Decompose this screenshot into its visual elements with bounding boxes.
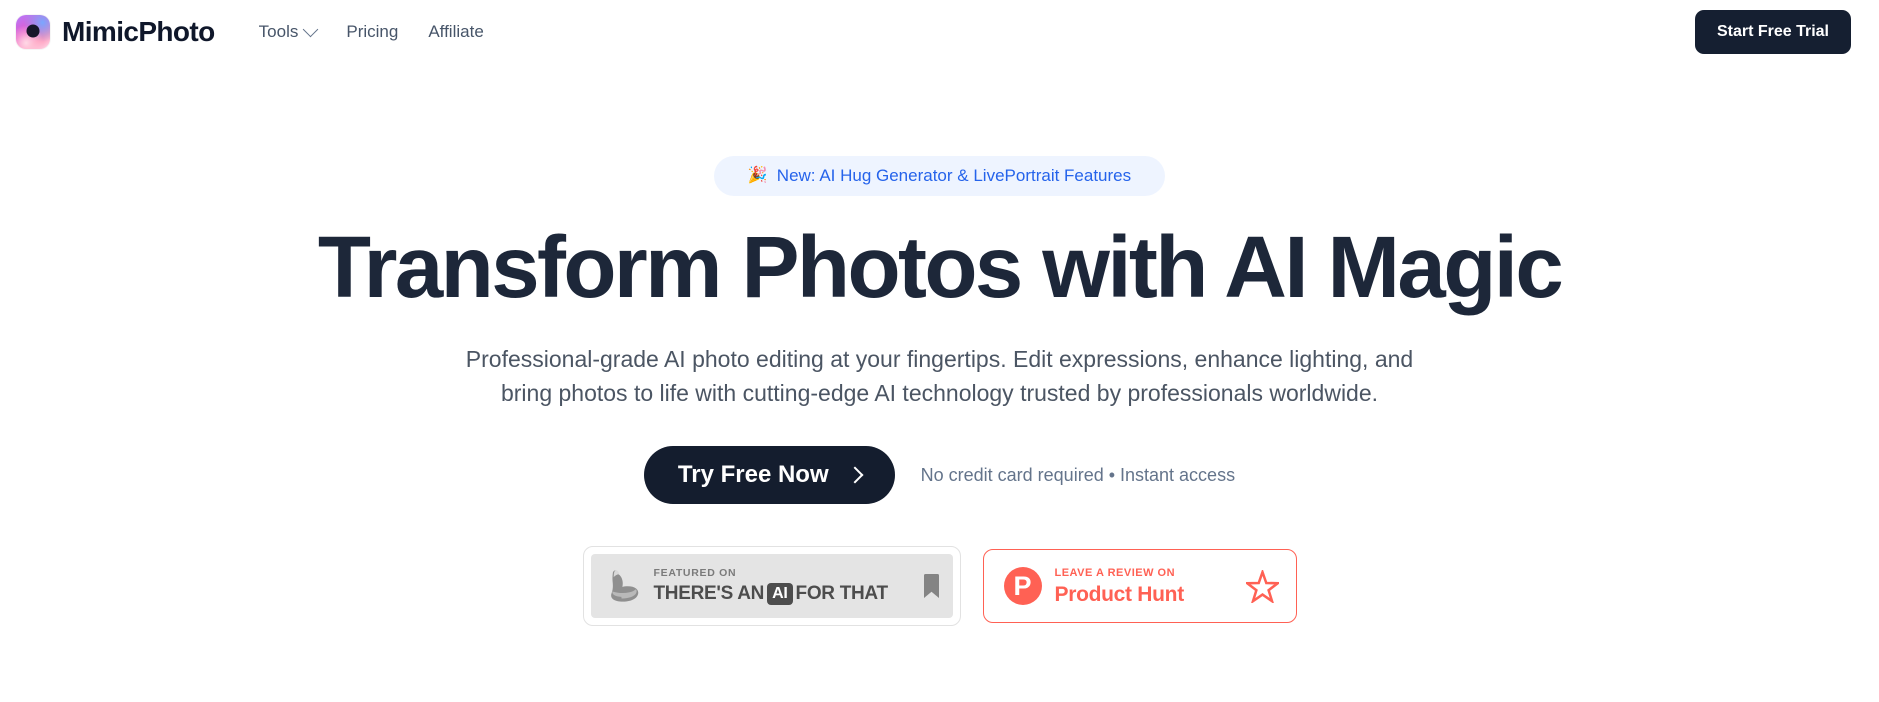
main-nav: Tools Pricing Affiliate — [258, 21, 484, 42]
product-hunt-badge[interactable]: P LEAVE A REVIEW ON Product Hunt — [982, 549, 1297, 624]
flexed-bicep-icon — [610, 570, 638, 602]
cta-note: No credit card required • Instant access — [920, 464, 1236, 485]
taaft-text: FEATURED ON THERE'S AN AI FOR THAT — [654, 568, 913, 605]
product-hunt-review-label: LEAVE A REVIEW ON — [1054, 566, 1176, 579]
start-free-trial-button[interactable]: Start Free Trial — [1694, 10, 1851, 54]
try-free-now-button[interactable]: Try Free Now — [643, 446, 895, 505]
hero-headline: Transform Photos with AI Magic — [317, 219, 1564, 316]
announcement-wrap: 🎉 New: AI Hug Generator & LivePortrait F… — [0, 156, 1879, 196]
product-hunt-title: Product Hunt — [1054, 582, 1185, 606]
product-hunt-text: LEAVE A REVIEW ON Product Hunt — [1054, 566, 1233, 606]
party-popper-icon: 🎉 — [747, 167, 768, 184]
nav-item-pricing[interactable]: Pricing — [346, 22, 398, 42]
taaft-inner-panel: FEATURED ON THERE'S AN AI FOR THAT — [590, 554, 953, 619]
try-free-now-label: Try Free Now — [677, 461, 829, 489]
nav-item-affiliate[interactable]: Affiliate — [428, 22, 483, 42]
taaft-featured-on-label: FEATURED ON — [653, 567, 737, 580]
site-header: MimicPhoto Tools Pricing Affiliate Start… — [0, 0, 1879, 64]
taaft-title: THERE'S AN AI FOR THAT — [653, 582, 913, 605]
star-outline-icon — [1245, 569, 1279, 603]
theres-an-ai-for-that-badge[interactable]: FEATURED ON THERE'S AN AI FOR THAT — [582, 546, 961, 627]
nav-item-tools-label: Tools — [258, 22, 299, 41]
chevron-right-icon — [846, 466, 864, 484]
nav-item-affiliate-label: Affiliate — [428, 22, 484, 41]
taaft-title-before: THERE'S AN — [653, 583, 765, 605]
announcement-badge[interactable]: 🎉 New: AI Hug Generator & LivePortrait F… — [713, 156, 1166, 196]
hero-section: 🎉 New: AI Hug Generator & LivePortrait F… — [0, 64, 1879, 627]
brand-name: MimicPhoto — [62, 16, 215, 47]
taaft-ai-chip: AI — [767, 582, 793, 605]
product-hunt-logo-icon: P — [1003, 567, 1042, 606]
nav-item-pricing-label: Pricing — [346, 22, 399, 41]
aperture-gradient-icon — [16, 15, 50, 49]
hero-subheadline: Professional-grade AI photo editing at y… — [465, 346, 1414, 407]
announcement-text: New: AI Hug Generator & LivePortrait Fea… — [776, 166, 1132, 185]
chevron-down-icon — [303, 21, 319, 37]
social-proof-badges: FEATURED ON THERE'S AN AI FOR THAT P LEA… — [0, 546, 1879, 627]
cta-row: Try Free Now No credit card required • I… — [0, 446, 1879, 505]
bookmark-icon — [923, 574, 939, 599]
brand-logo[interactable]: MimicPhoto — [16, 15, 215, 49]
nav-item-tools[interactable]: Tools — [258, 21, 319, 42]
taaft-title-after: FOR THAT — [795, 583, 889, 605]
